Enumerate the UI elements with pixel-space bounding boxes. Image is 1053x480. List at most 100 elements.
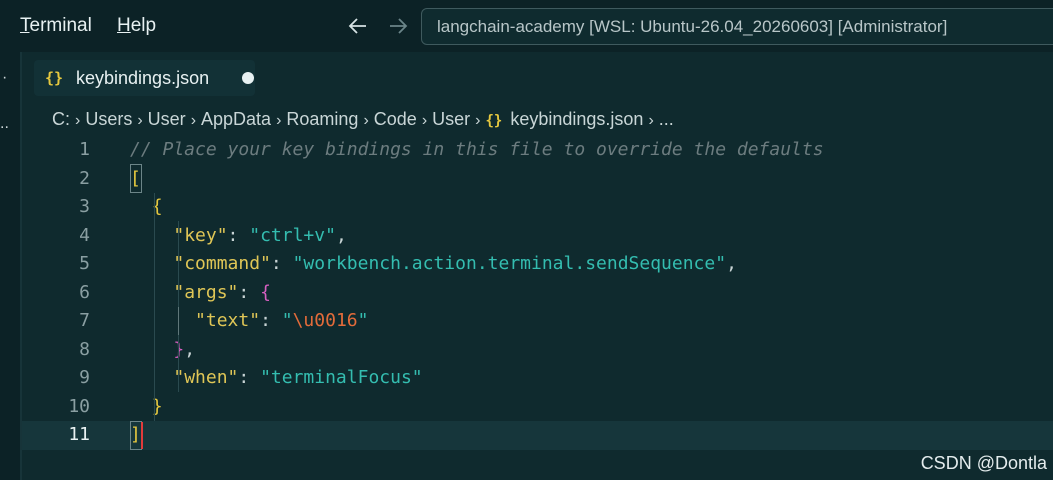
line-number: 6 — [79, 281, 90, 303]
menu-terminal-label: erminal — [29, 15, 92, 36]
json-file-icon: {} — [485, 113, 503, 129]
code-token: "when" — [173, 367, 239, 388]
code-line[interactable]: 8 }, — [22, 336, 1053, 365]
line-number: 1 — [79, 139, 90, 160]
text-cursor — [141, 422, 143, 449]
menu-terminal-mnemonic: T — [20, 15, 30, 36]
indent-guide-active — [178, 307, 179, 335]
code-token: : — [238, 367, 261, 388]
code-line-content: "args": { — [130, 279, 271, 308]
chevron-right-icon: › — [648, 112, 654, 129]
code-token: : — [260, 310, 282, 331]
code-line[interactable]: 10 } — [22, 393, 1053, 422]
line-number: 4 — [79, 224, 90, 246]
code-line-content: "when": "terminalFocus" — [130, 364, 423, 393]
chevron-right-icon: › — [421, 112, 428, 129]
chevron-right-icon: › — [75, 112, 81, 129]
code-line[interactable]: 11] — [22, 421, 1053, 450]
code-line[interactable]: 1 // Place your key bindings in this file… — [22, 136, 1053, 165]
code-line[interactable]: 6 "args": { — [22, 279, 1053, 308]
code-token: "workbench.action.terminal.sendSequence" — [292, 253, 727, 274]
breadcrumb-file-label: keybindings.json — [510, 109, 644, 129]
code-token: " — [357, 310, 369, 331]
code-token: " — [281, 310, 293, 331]
line-number: 5 — [79, 253, 90, 274]
code-line-content: } — [130, 393, 163, 422]
breadcrumb-item[interactable]: C: — [52, 105, 70, 133]
code-line[interactable]: 4 "key": "ctrl+v", — [22, 222, 1053, 251]
code-token: : — [238, 281, 261, 303]
code-line-content: "text": "\u0016" — [130, 307, 368, 336]
code-line[interactable]: 9 "when": "terminalFocus" — [22, 364, 1053, 393]
code-line-content: }, — [130, 336, 195, 365]
more-actions-icon[interactable]: .. — [0, 116, 9, 132]
code-line-content: // Place your key bindings in this file … — [130, 136, 824, 165]
indent-guide — [154, 193, 155, 421]
menu-terminal[interactable]: Terminal — [20, 13, 92, 39]
command-center-search[interactable]: langchain-academy [WSL: Ubuntu-26.04_202… — [421, 8, 1053, 45]
code-token: , — [335, 224, 347, 246]
chevron-right-icon: › — [276, 112, 282, 129]
breadcrumb-item[interactable]: AppData — [201, 105, 271, 133]
breadcrumb-item[interactable]: Roaming — [286, 105, 358, 133]
code-line[interactable]: 3 { — [22, 193, 1053, 222]
breadcrumb-item[interactable]: Users — [85, 105, 132, 133]
code-line-content: { — [130, 193, 163, 222]
line-number: 8 — [79, 338, 90, 360]
activity-dot-icon[interactable]: · — [2, 70, 7, 86]
chevron-right-icon: › — [190, 112, 197, 129]
line-number: 7 — [79, 310, 90, 331]
code-token: : — [227, 224, 250, 246]
code-token: "terminalFocus" — [260, 367, 423, 388]
code-token: : — [270, 253, 293, 274]
command-center-text: langchain-academy [WSL: Ubuntu-26.04_202… — [437, 17, 948, 36]
breadcrumb-item[interactable]: User — [432, 105, 470, 133]
breadcrumb: C: › Users › User › AppData › Roaming › Code › User ›… — [52, 105, 674, 133]
breadcrumb-item[interactable]: User — [148, 105, 186, 133]
menu-help-mnemonic: H — [117, 15, 131, 36]
line-number: 11 — [68, 424, 90, 445]
watermark: CSDN @Dontla — [920, 453, 1047, 473]
code-token: , — [726, 253, 737, 274]
unsaved-dot-icon[interactable] — [242, 72, 254, 84]
tab-label: keybindings.json — [76, 68, 210, 88]
code-token: \u0016 — [292, 310, 358, 331]
tab-keybindings-json[interactable]: {} keybindings.json — [34, 60, 255, 96]
code-editor[interactable]: 11]10 }9 "when": "terminalFocus"8 },7 "t… — [22, 136, 1053, 480]
code-token: { — [260, 281, 271, 303]
breadcrumb-more[interactable]: ... — [659, 105, 674, 133]
chevron-right-icon: › — [137, 112, 143, 129]
breadcrumb-file[interactable]: {} keybindings.json — [485, 105, 643, 135]
editor-group: {} keybindings.json C: › Users › User › AppDat… — [22, 52, 1053, 480]
arrow-right-icon[interactable] — [386, 14, 410, 38]
code-token: "key" — [173, 224, 228, 246]
code-token: // Place your key bindings in this file … — [130, 139, 824, 160]
menu-help[interactable]: Help — [117, 13, 156, 39]
code-token: "ctrl+v" — [249, 224, 336, 246]
code-line[interactable]: 5 "command": "workbench.action.terminal.… — [22, 250, 1053, 279]
breadcrumb-item[interactable]: Code — [374, 105, 417, 133]
title-bar: Terminal Help langchain-academy [WSL: Ub… — [0, 0, 1053, 52]
activity-bar: · .. — [0, 52, 20, 480]
vscode-window: Terminal Help langchain-academy [WSL: Ub… — [0, 0, 1053, 480]
arrow-left-icon[interactable] — [346, 14, 370, 38]
line-number: 2 — [79, 167, 90, 189]
chevron-right-icon: › — [475, 112, 481, 129]
line-number: 10 — [68, 395, 90, 417]
code-line-content: "key": "ctrl+v", — [130, 222, 347, 251]
json-file-icon: {} — [45, 69, 64, 87]
code-line[interactable]: 7 "text": "\u0016" — [22, 307, 1053, 336]
chevron-right-icon: › — [363, 112, 369, 129]
code-line[interactable]: 2[ — [22, 165, 1053, 194]
code-line-content: "command": "workbench.action.terminal.se… — [130, 250, 737, 279]
code-token: "command" — [173, 253, 271, 274]
code-token: , — [184, 338, 196, 360]
